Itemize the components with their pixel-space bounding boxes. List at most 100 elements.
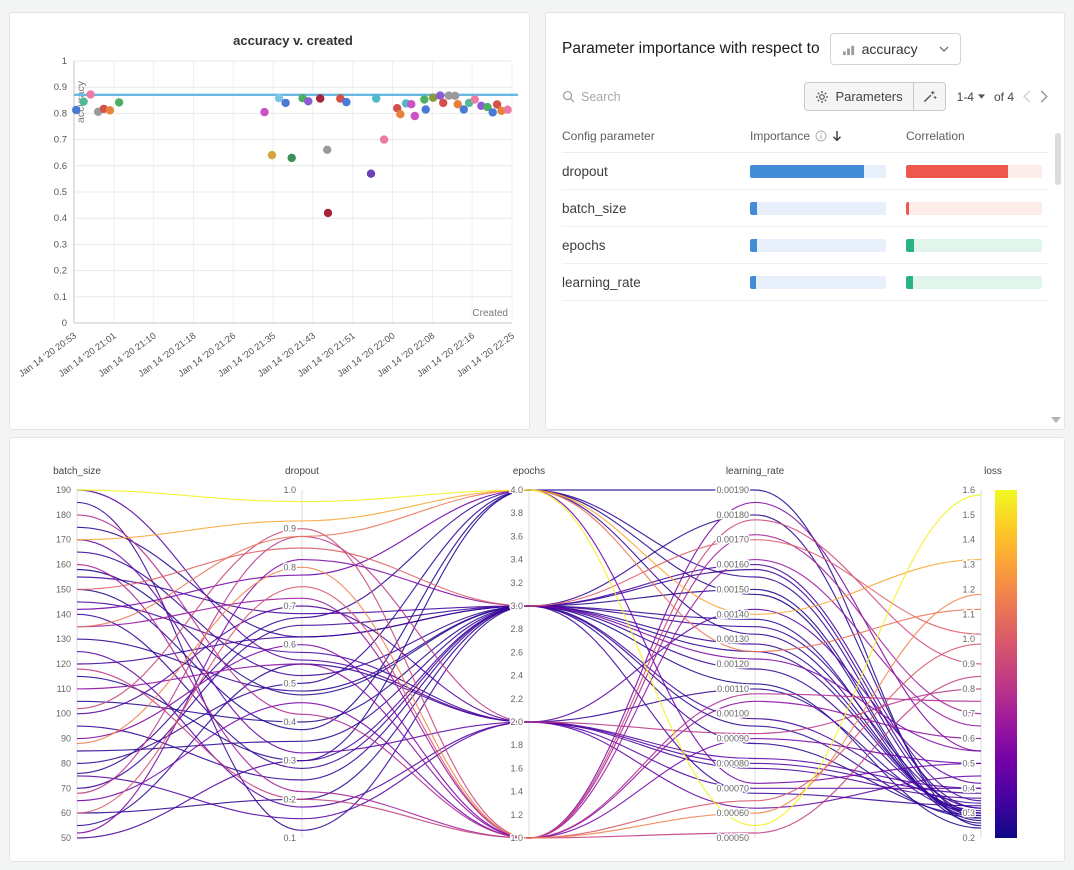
accuracy-vs-created-panel: 10.90.80.70.60.50.40.30.20.10accuracy v.… bbox=[9, 12, 530, 430]
search-input[interactable]: Search bbox=[562, 90, 621, 104]
gear-icon bbox=[815, 90, 829, 104]
svg-text:accuracy v. created: accuracy v. created bbox=[233, 33, 353, 48]
scroll-down-icon[interactable] bbox=[1051, 417, 1061, 423]
scatter-point[interactable] bbox=[380, 135, 388, 143]
scatter-point[interactable] bbox=[471, 95, 479, 103]
table-row[interactable]: epochs bbox=[562, 227, 1048, 264]
importance-table-body: dropoutbatch_sizeepochs learning_rate bbox=[562, 153, 1048, 301]
parameter-importance-panel: Parameter importance with respect to acc… bbox=[545, 12, 1065, 430]
axis-tick-label: 1.1 bbox=[962, 609, 975, 619]
axis-tick-label: 0.00180 bbox=[716, 510, 749, 520]
axis-tick-label: 1.4 bbox=[510, 787, 523, 797]
axis-tick-label: 0.00140 bbox=[716, 609, 749, 619]
axis-tick-label: 110 bbox=[57, 684, 71, 694]
pagination-range-dropdown[interactable]: 1-4 bbox=[957, 90, 985, 104]
scatter-point[interactable] bbox=[316, 94, 324, 102]
scatter-point[interactable] bbox=[422, 105, 430, 113]
top-row: 10.90.80.70.60.50.40.30.20.10accuracy v.… bbox=[9, 12, 1065, 430]
scatter-point[interactable] bbox=[396, 110, 404, 118]
caret-down-icon bbox=[978, 94, 985, 99]
importance-table-header: Config parameter Importance Correlation bbox=[562, 129, 1048, 153]
axis-tick-label: 0.7 bbox=[962, 709, 975, 719]
metric-bars-icon bbox=[842, 43, 855, 56]
axis-tick-label: 1.4 bbox=[962, 535, 975, 545]
scatter-point[interactable] bbox=[436, 91, 444, 99]
axis-tick-label: 190 bbox=[56, 485, 71, 495]
scatter-point[interactable] bbox=[323, 146, 331, 154]
column-correlation[interactable]: Correlation bbox=[906, 129, 1042, 143]
correlation-bar bbox=[906, 276, 1042, 289]
svg-text:0.6: 0.6 bbox=[54, 161, 67, 172]
scatter-point[interactable] bbox=[367, 170, 375, 178]
importance-bar-cell bbox=[750, 202, 886, 215]
correlation-bar bbox=[906, 202, 1042, 215]
importance-bar bbox=[750, 276, 886, 289]
scatter-point[interactable] bbox=[451, 92, 459, 100]
scatter-point[interactable] bbox=[503, 106, 511, 114]
scatter-point[interactable] bbox=[342, 98, 350, 106]
axis-tick-label: 0.00120 bbox=[716, 659, 749, 669]
scatter-point[interactable] bbox=[407, 100, 415, 108]
scrollbar-thumb[interactable] bbox=[1055, 133, 1061, 185]
axis-tick-label: 0.00170 bbox=[716, 535, 749, 545]
axis-tick-label: 2.2 bbox=[510, 694, 523, 704]
axis-tick-label: 0.4 bbox=[962, 783, 975, 793]
axis-tick-label: 1.5 bbox=[962, 510, 975, 520]
scatter-point[interactable] bbox=[372, 94, 380, 102]
axis-tick-label: 1.2 bbox=[962, 584, 975, 594]
table-row[interactable]: batch_size bbox=[562, 190, 1048, 227]
scatter-point[interactable] bbox=[304, 97, 312, 105]
target-metric-dropdown[interactable]: accuracy bbox=[830, 33, 961, 65]
loss-colorbar bbox=[995, 490, 1017, 838]
axis-tick-label: 0.4 bbox=[283, 717, 296, 727]
correlation-bar bbox=[906, 239, 1042, 252]
scatter-point[interactable] bbox=[72, 106, 80, 114]
scatter-point[interactable] bbox=[439, 99, 447, 107]
column-importance[interactable]: Importance bbox=[750, 129, 886, 143]
pagination: 1-4 of 4 bbox=[957, 90, 1048, 104]
scatter-point[interactable] bbox=[288, 154, 296, 162]
scatter-chart[interactable]: 10.90.80.70.60.50.40.30.20.10accuracy v.… bbox=[16, 21, 521, 421]
parameters-button[interactable]: Parameters bbox=[804, 82, 913, 111]
svg-text:0: 0 bbox=[62, 318, 67, 329]
scatter-point[interactable] bbox=[460, 105, 468, 113]
scatter-point[interactable] bbox=[420, 95, 428, 103]
axis-tick-label: 2.6 bbox=[510, 647, 523, 657]
scatter-point[interactable] bbox=[281, 99, 289, 107]
scatter-point[interactable] bbox=[79, 97, 87, 105]
table-row[interactable]: learning_rate bbox=[562, 264, 1048, 301]
prev-page-icon[interactable] bbox=[1023, 90, 1031, 103]
axis-tick-label: 120 bbox=[56, 659, 71, 669]
scatter-point[interactable] bbox=[324, 209, 332, 217]
axis-tick-label: 0.3 bbox=[962, 808, 975, 818]
next-page-icon[interactable] bbox=[1040, 90, 1048, 103]
scatter-point[interactable] bbox=[489, 108, 497, 116]
column-config-parameter[interactable]: Config parameter bbox=[562, 129, 730, 143]
importance-bar bbox=[750, 165, 886, 178]
scatter-point[interactable] bbox=[411, 112, 419, 120]
scatter-point[interactable] bbox=[115, 98, 123, 106]
scrollbar-track[interactable] bbox=[1055, 133, 1061, 407]
axis-tick-label: 0.00060 bbox=[716, 808, 749, 818]
axis-tick-label: 70 bbox=[61, 783, 71, 793]
scatter-point[interactable] bbox=[260, 108, 268, 116]
config-parameter-name: epochs bbox=[562, 238, 730, 253]
axis-tick-label: 80 bbox=[61, 758, 71, 768]
magic-wand-button[interactable] bbox=[914, 82, 946, 111]
parallel-coordinates-chart[interactable]: batch_sizedropoutepochslearning_rateloss… bbox=[11, 454, 1063, 859]
correlation-bar-cell bbox=[906, 202, 1042, 215]
svg-text:0.3: 0.3 bbox=[54, 239, 67, 250]
axis-tick-label: 0.8 bbox=[283, 562, 296, 572]
scatter-point[interactable] bbox=[106, 106, 114, 114]
scatter-point[interactable] bbox=[86, 90, 94, 98]
parameters-button-label: Parameters bbox=[835, 89, 902, 104]
correlation-bar bbox=[906, 165, 1042, 178]
pagination-total: of 4 bbox=[994, 90, 1014, 104]
axis-tick-label: 150 bbox=[56, 584, 71, 594]
table-row[interactable]: dropout bbox=[562, 153, 1048, 190]
axis-tick-label: 3.2 bbox=[510, 578, 523, 588]
scatter-point[interactable] bbox=[268, 151, 276, 159]
axis-tick-label: 0.5 bbox=[283, 678, 296, 688]
axis-tick-label: 2.8 bbox=[510, 624, 523, 634]
svg-text:0.2: 0.2 bbox=[54, 266, 67, 277]
